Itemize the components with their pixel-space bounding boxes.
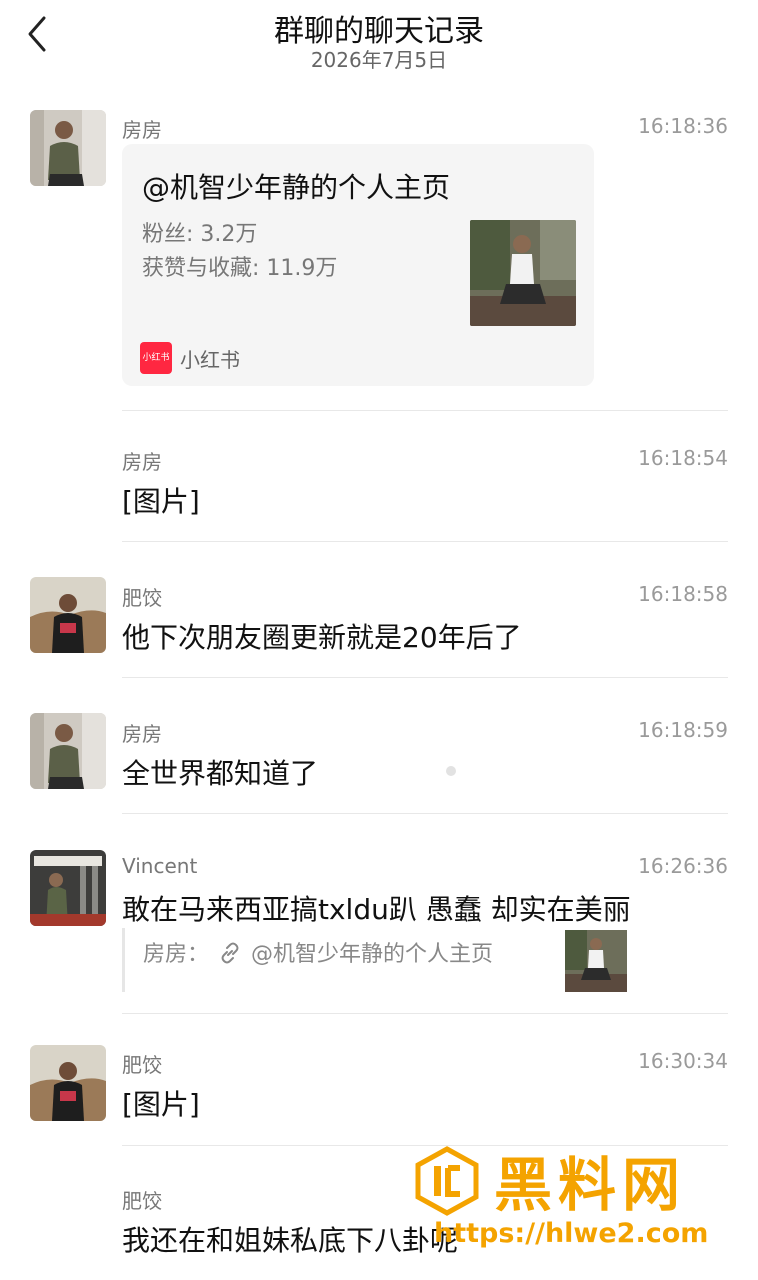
divider [122, 410, 728, 411]
quote-text: @机智少年静的个人主页 [251, 942, 494, 967]
card-thumbnail [470, 220, 576, 326]
message-time: 16:18:58 [638, 582, 728, 606]
message-sender: 肥饺 [122, 1053, 162, 1077]
avatar[interactable] [30, 1045, 106, 1121]
avatar[interactable] [30, 110, 106, 186]
divider [122, 813, 728, 814]
message-sender: Vincent [122, 854, 198, 878]
profile-card[interactable]: @机智少年静的个人主页 粉丝: 3.2万 获赞与收藏: 11.9万 小红书 小红… [122, 144, 594, 386]
message-text: 敢在马来西亚搞txldu趴 愚蠢 却实在美丽 [122, 893, 631, 926]
quoted-message[interactable]: 房房： @机智少年静的个人主页 [122, 928, 632, 992]
quote-thumbnail [565, 930, 627, 992]
avatar[interactable] [30, 713, 106, 789]
quote-content: 房房： @机智少年静的个人主页 [143, 936, 493, 968]
message-text[interactable]: [图片] [122, 1083, 200, 1123]
divider [122, 541, 728, 542]
message-time: 16:18:36 [638, 114, 728, 138]
scroll-indicator-dot [446, 766, 456, 776]
watermark: 黑料网 https://hlwe2.com [412, 1138, 742, 1258]
message-time: 16:18:54 [638, 446, 728, 470]
message-sender: 房房 [122, 118, 162, 142]
message-text[interactable]: [图片] [122, 480, 200, 520]
message-sender: 房房 [122, 450, 162, 474]
card-title: @机智少年静的个人主页 [142, 171, 451, 204]
message-sender: 肥饺 [122, 586, 162, 610]
message-time: 16:30:34 [638, 1049, 728, 1073]
avatar[interactable] [30, 850, 106, 926]
card-source: 小红书 [180, 348, 240, 372]
avatar[interactable] [30, 577, 106, 653]
divider [122, 677, 728, 678]
xiaohongshu-logo-icon: 小红书 [140, 342, 172, 374]
message-text: 他下次朋友圈更新就是20年后了 [122, 621, 522, 654]
link-icon [221, 942, 239, 964]
header: 群聊的聊天记录 2026年7月5日 [0, 0, 758, 80]
card-likes: 获赞与收藏: 11.9万 [142, 256, 338, 281]
message-sender: 房房 [122, 722, 162, 746]
message-time: 16:18:59 [638, 718, 728, 742]
divider [122, 1013, 728, 1014]
card-fans: 粉丝: 3.2万 [142, 222, 258, 247]
page-date: 2026年7月5日 [310, 48, 448, 72]
quote-author: 房房： [143, 942, 210, 967]
message-time: 16:26:36 [638, 854, 728, 878]
watermark-logo-icon [415, 1146, 479, 1216]
watermark-brand: 黑料网 [494, 1151, 687, 1219]
watermark-url: https://hlwe2.com [434, 1218, 709, 1249]
message-sender: 肥饺 [122, 1189, 162, 1213]
message-text: 全世界都知道了 [122, 757, 319, 790]
message-text: 我还在和姐妹私底下八卦呢 [122, 1224, 459, 1257]
